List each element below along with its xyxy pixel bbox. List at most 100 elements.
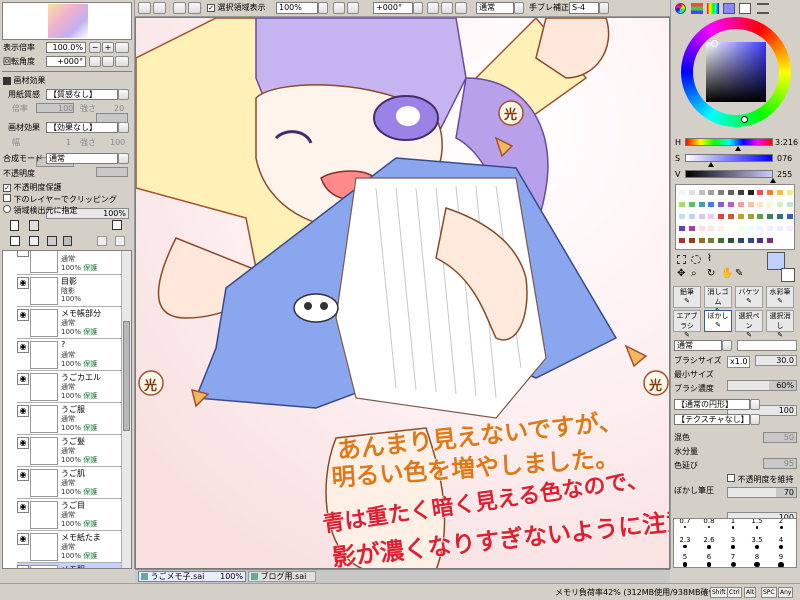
zoom-value[interactable]: 100.0% <box>46 42 86 53</box>
drawing-canvas[interactable]: 光 光 光 あんまり見えないですが、 明るい色を増やしました。 青は重たく暗く見… <box>135 17 670 569</box>
palette-swatch[interactable] <box>678 189 686 196</box>
select-all-button[interactable] <box>188 2 201 14</box>
magic-wand-icon[interactable]: ⌇ <box>707 254 712 264</box>
palette-swatch[interactable] <box>756 213 765 220</box>
palette-swatch[interactable] <box>697 225 706 232</box>
palette-swatch[interactable] <box>766 189 775 196</box>
preserve-opacity-option[interactable]: ✓ 不透明度保護 <box>3 183 62 193</box>
palette-swatch[interactable] <box>766 237 775 244</box>
paper-texture-select[interactable]: 【質感なし】 <box>46 89 118 100</box>
zoom-in-button[interactable]: + <box>102 42 114 53</box>
brush-size-preset[interactable]: 2.3 <box>674 536 696 553</box>
effect-select[interactable]: 【効果なし】 <box>46 122 118 133</box>
keep-opacity-option[interactable]: 不透明度を維持 <box>727 474 794 485</box>
effect-strength-slider[interactable] <box>96 167 128 177</box>
layer-row[interactable]: ◉ うごカエル 通常 100% 保護 <box>17 371 121 403</box>
brush-size-presets[interactable]: 0.70.811.522.32.633.54567891012141620253… <box>673 518 797 568</box>
blend-mode-dropdown[interactable] <box>118 153 129 164</box>
palette-swatch[interactable] <box>727 201 735 208</box>
palette-swatch[interactable] <box>746 225 755 232</box>
visibility-eye-icon[interactable]: ◉ <box>17 373 29 385</box>
toolbar-zoom-in[interactable] <box>347 2 359 14</box>
brush-texture-dropdown[interactable] <box>750 414 760 425</box>
brush-tool-button[interactable]: 鉛筆 ✎ <box>673 286 701 308</box>
palette-swatch[interactable] <box>756 225 765 232</box>
palette-swatch[interactable] <box>687 201 696 208</box>
zoom-reset-button[interactable] <box>115 42 129 53</box>
palette-swatch[interactable] <box>785 189 794 196</box>
new-layer-icon[interactable] <box>10 220 19 231</box>
palette-swatch[interactable] <box>697 213 706 220</box>
document-tab[interactable]: ブログ用.sai <box>248 571 316 582</box>
toolbar-rotate-left[interactable] <box>427 2 439 14</box>
brush-shape-select[interactable]: 通常 <box>674 340 722 351</box>
palette-swatch[interactable] <box>678 225 686 232</box>
undo-button[interactable] <box>138 2 151 14</box>
palette-swatch[interactable] <box>785 213 794 220</box>
rotate-right-button[interactable] <box>102 56 114 67</box>
brush-size-mult[interactable]: x1.0 <box>727 356 751 368</box>
brush-size-preset[interactable]: 0.7 <box>674 519 696 534</box>
v-slider-thumb[interactable] <box>770 178 776 183</box>
visibility-eye-icon[interactable]: ◉ <box>17 565 29 568</box>
palette-swatch[interactable] <box>756 237 765 244</box>
palette-swatch[interactable] <box>746 189 755 196</box>
lasso-icon[interactable] <box>691 255 701 264</box>
palette-swatch[interactable] <box>736 201 745 208</box>
palette-swatch[interactable] <box>736 213 745 220</box>
mask-apply-icon[interactable] <box>115 236 125 246</box>
palette-swatch[interactable] <box>756 189 765 196</box>
palette-swatch[interactable] <box>756 201 765 208</box>
layer-row[interactable]: ◉ うご髪 通常 100% 保護 <box>17 435 121 467</box>
palette-swatch[interactable] <box>766 225 775 232</box>
zoom-dropdown[interactable] <box>318 2 328 14</box>
brush-tool-button[interactable]: エアブラシ ✎ <box>673 310 701 339</box>
brush-texture-strength[interactable]: 95 <box>763 458 797 469</box>
palette-swatch[interactable] <box>697 201 706 208</box>
stabilizer-select[interactable]: S-4 <box>569 2 599 14</box>
palette-swatch[interactable] <box>678 213 686 220</box>
layer-row[interactable]: ◉ メモ紙たま 通常 100% 保護 <box>17 531 121 563</box>
s-slider[interactable] <box>685 154 773 162</box>
brush-shape-dropdown[interactable] <box>722 340 732 351</box>
sv-square[interactable] <box>706 42 766 102</box>
palette-swatch[interactable] <box>776 213 784 220</box>
brush-size-preset[interactable]: 6 <box>698 553 720 567</box>
brush-shape-type-select[interactable]: 【通常の円形】 <box>674 399 750 410</box>
brush-shape-type-dropdown[interactable] <box>750 399 760 410</box>
palette-swatch[interactable] <box>736 189 745 196</box>
hand-icon[interactable]: ✋ <box>721 269 733 279</box>
rotate-dropdown[interactable] <box>413 2 423 14</box>
palette-swatch[interactable] <box>707 237 716 244</box>
checkbox[interactable] <box>3 194 11 202</box>
palette-swatch[interactable] <box>727 225 735 232</box>
stabilizer-dropdown[interactable] <box>599 2 609 14</box>
brush-tip-icons[interactable] <box>737 340 797 351</box>
checkbox[interactable] <box>727 474 735 482</box>
swatch-icon[interactable] <box>723 3 735 14</box>
brush-size-preset[interactable]: 0.8 <box>698 519 720 534</box>
zoom-out-button[interactable]: − <box>89 42 101 53</box>
palette-swatch[interactable] <box>766 213 775 220</box>
document-tab[interactable]: うごメモ子.sai 100% <box>138 571 246 582</box>
palette-swatch[interactable] <box>776 189 784 196</box>
visibility-eye-icon[interactable]: ◉ <box>17 469 29 481</box>
palette-swatch[interactable] <box>785 225 794 232</box>
brush-size-preset[interactable]: 1.5 <box>746 519 768 534</box>
brush-tool-button[interactable]: 選択ペン ✎ <box>735 310 763 339</box>
palette-swatch[interactable] <box>776 225 784 232</box>
brush-tool-button[interactable]: ぼかし ✎ <box>704 310 732 332</box>
min-size-slider[interactable]: 60% <box>727 380 797 391</box>
brush-size-preset[interactable]: 9 <box>770 553 792 567</box>
layer-row[interactable]: ◉ 目影 陰影 100% <box>17 275 121 307</box>
s-slider-thumb[interactable] <box>708 162 715 167</box>
blend-mode-select[interactable]: 通常 <box>46 153 118 164</box>
palette-swatch[interactable] <box>736 237 745 244</box>
brush-tool-button[interactable]: バケツ ✎ <box>735 286 763 308</box>
rotate-select[interactable]: +000° <box>373 2 413 14</box>
layer-row[interactable]: ◉? 通常 100% 保護 <box>17 339 121 371</box>
rect-select-icon[interactable] <box>677 255 686 264</box>
redo-button[interactable] <box>153 2 166 14</box>
copy-layer-icon[interactable] <box>10 236 20 246</box>
toolbar-rotate-right[interactable] <box>441 2 453 14</box>
